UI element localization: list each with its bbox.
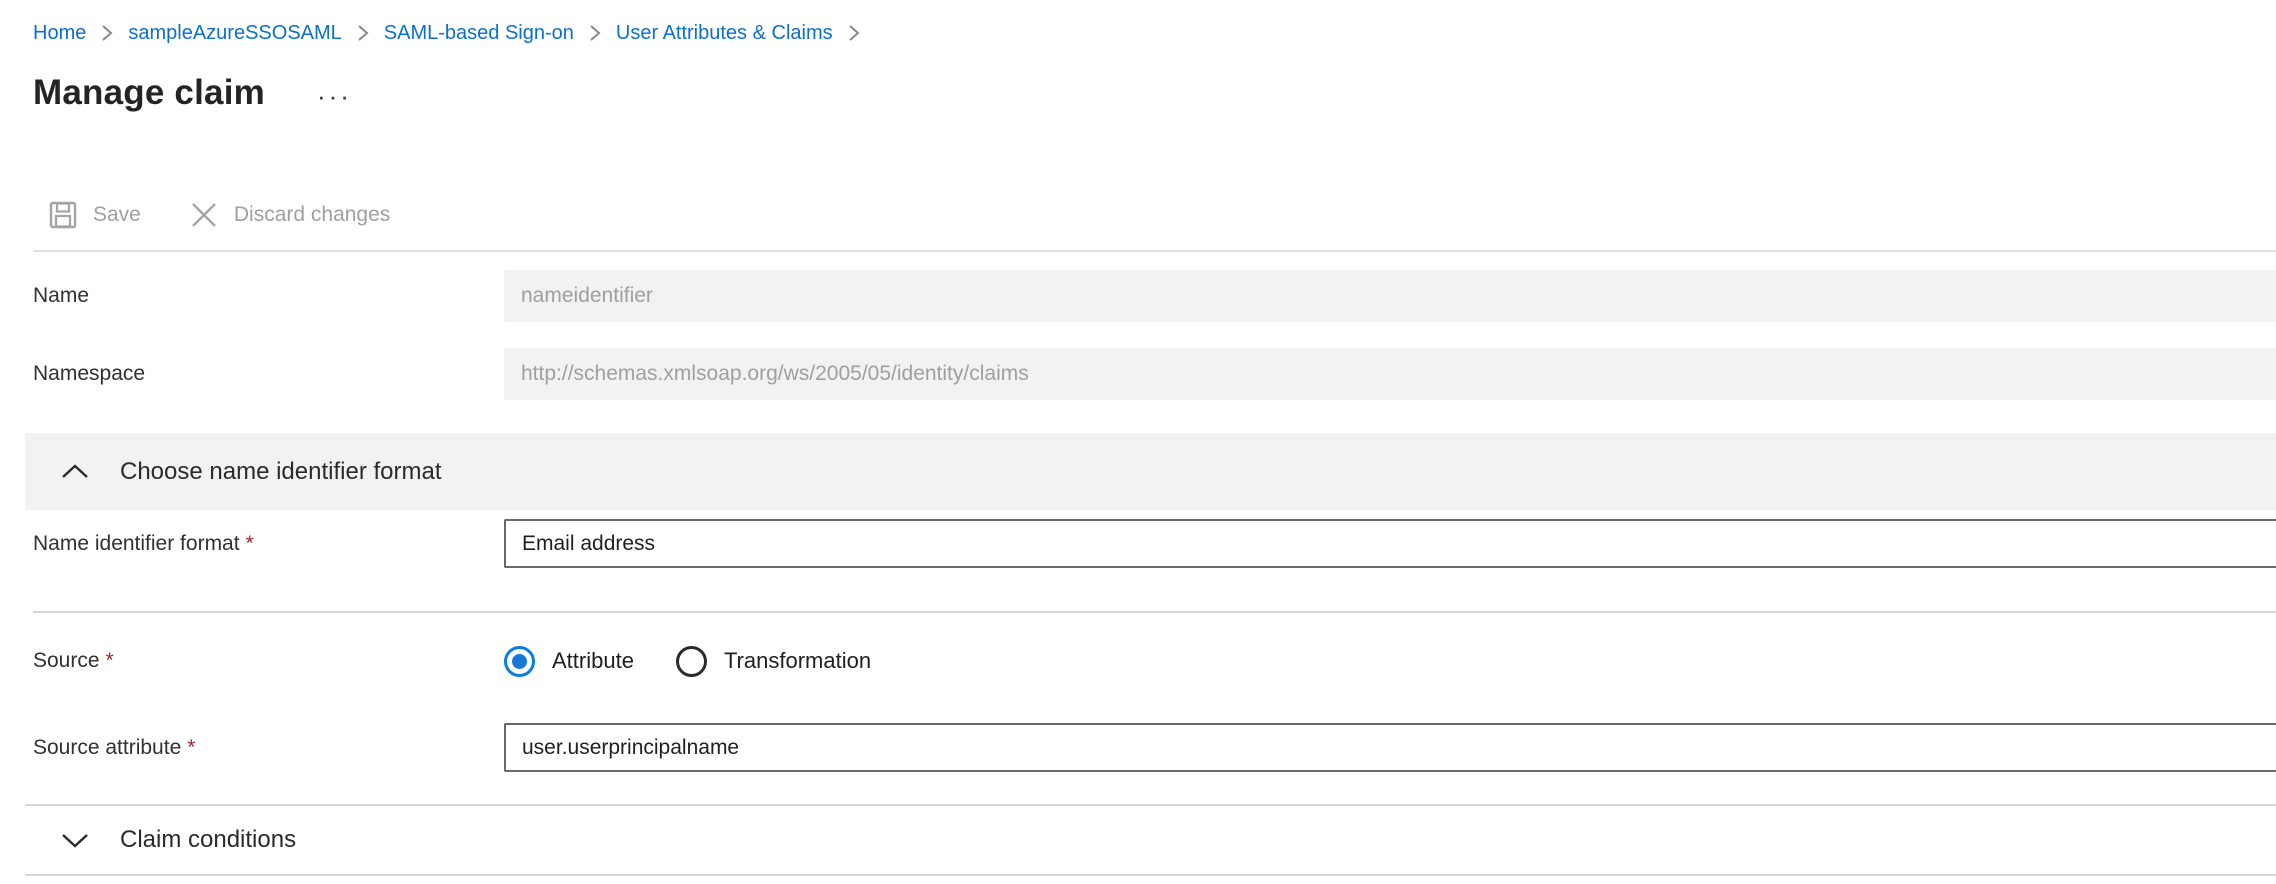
command-toolbar: Save Discard changes	[0, 192, 2276, 238]
name-identifier-format-dropdown[interactable]: Email address	[504, 519, 2276, 568]
page-header: Manage claim ···	[0, 70, 2276, 116]
source-attribute-row: Source attribute * user.userprincipalname	[0, 723, 2276, 772]
breadcrumb-saml-sign-on[interactable]: SAML-based Sign-on	[384, 22, 574, 45]
section-claim-conditions[interactable]: Claim conditions	[25, 806, 2276, 874]
chevron-down-icon	[58, 829, 92, 851]
chevron-right-icon	[588, 22, 602, 44]
source-attribute-input[interactable]: user.userprincipalname	[504, 723, 2276, 772]
save-button-label: Save	[93, 203, 141, 227]
namespace-label: Namespace	[0, 362, 504, 386]
divider	[25, 874, 2276, 876]
radio-transformation[interactable]: Transformation	[676, 646, 871, 677]
source-attribute-label: Source attribute *	[0, 736, 504, 760]
label-text: Source attribute	[33, 736, 181, 759]
breadcrumb: Home sampleAzureSSOSAML SAML-based Sign-…	[0, 0, 2276, 48]
namespace-row: Namespace http://schemas.xmlsoap.org/ws/…	[0, 348, 2276, 400]
discard-changes-button[interactable]: Discard changes	[189, 200, 390, 230]
namespace-input: http://schemas.xmlsoap.org/ws/2005/05/id…	[504, 348, 2276, 400]
toolbar-divider	[33, 250, 2276, 252]
divider	[33, 611, 2276, 613]
source-radio-group: Attribute Transformation	[504, 646, 871, 677]
chevron-right-icon	[356, 22, 370, 44]
chevron-right-icon	[100, 22, 114, 44]
name-row: Name nameidentifier	[0, 270, 2276, 322]
label-text: Source	[33, 649, 100, 672]
discard-changes-label: Discard changes	[234, 203, 390, 227]
more-icon[interactable]: ···	[317, 91, 352, 101]
radio-attribute[interactable]: Attribute	[504, 646, 634, 677]
section-choose-name-identifier-format[interactable]: Choose name identifier format	[25, 433, 2276, 510]
radio-attribute-label: Attribute	[552, 648, 634, 674]
required-asterisk: *	[187, 736, 195, 759]
name-identifier-format-label: Name identifier format *	[0, 532, 504, 556]
section-title: Choose name identifier format	[120, 458, 442, 486]
page-title: Manage claim	[33, 73, 265, 113]
name-identifier-format-row: Name identifier format * Email address	[0, 519, 2276, 568]
name-label: Name	[0, 284, 504, 308]
source-label: Source *	[0, 649, 504, 673]
save-icon	[48, 200, 78, 230]
section-title: Claim conditions	[120, 826, 296, 854]
dismiss-icon	[189, 200, 219, 230]
save-button[interactable]: Save	[48, 200, 141, 230]
radio-selected-icon	[504, 646, 535, 677]
chevron-up-icon	[58, 461, 92, 483]
name-input: nameidentifier	[504, 270, 2276, 322]
required-asterisk: *	[246, 532, 254, 555]
chevron-right-icon	[847, 22, 861, 44]
radio-unselected-icon	[676, 646, 707, 677]
label-text: Name identifier format	[33, 532, 240, 555]
breadcrumb-user-attributes-claims[interactable]: User Attributes & Claims	[616, 22, 833, 45]
required-asterisk: *	[106, 649, 114, 672]
source-row: Source * Attribute Transformation	[0, 635, 2276, 687]
breadcrumb-home[interactable]: Home	[33, 22, 86, 45]
radio-transformation-label: Transformation	[724, 648, 871, 674]
breadcrumb-app[interactable]: sampleAzureSSOSAML	[128, 22, 341, 45]
